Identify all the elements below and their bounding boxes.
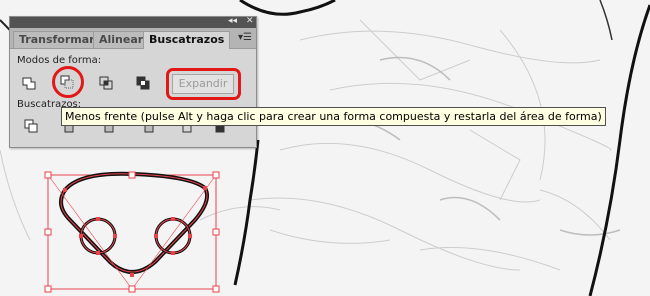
close-icon[interactable]: ✕: [246, 16, 254, 27]
shape-modes-label: Modos de forma:: [17, 55, 102, 66]
minus-front-tooltip: Menos frente (pulse Alt y haga clic para…: [61, 107, 606, 126]
tab-transformar[interactable]: Transformar: [13, 31, 101, 48]
expand-highlight: [166, 68, 241, 100]
minus-front-highlight: [52, 66, 84, 98]
intersect-icon[interactable]: [97, 74, 115, 92]
collapse-icon[interactable]: ◂◂: [228, 16, 237, 27]
panel-titlebar[interactable]: ◂◂ ✕: [10, 16, 256, 28]
pathfinder-panel: ◂◂ ✕ Transformar Alinear Buscatrazos ▾☰ …: [9, 16, 257, 148]
tab-alinear[interactable]: Alinear: [93, 31, 150, 48]
exclude-icon[interactable]: [134, 74, 152, 92]
panel-menu-icon[interactable]: ▾☰: [238, 33, 252, 43]
unite-icon[interactable]: [20, 74, 38, 92]
panel-tabs: Transformar Alinear Buscatrazos ▾☰: [10, 28, 256, 49]
divide-icon[interactable]: [22, 117, 40, 135]
tab-buscatrazos[interactable]: Buscatrazos: [143, 31, 231, 49]
